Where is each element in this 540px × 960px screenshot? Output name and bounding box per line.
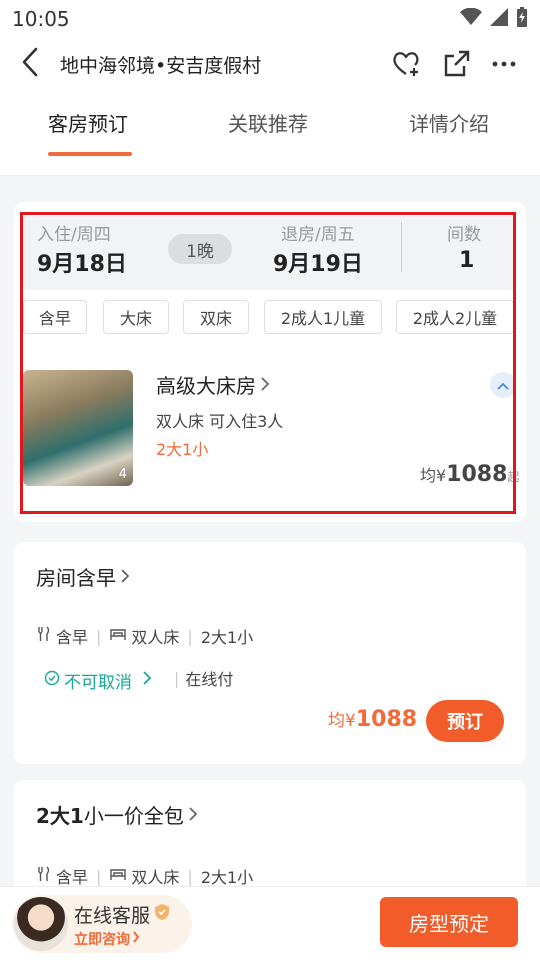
check-circle-icon	[44, 670, 60, 691]
breakfast-label: 含早	[56, 628, 89, 647]
cancel-label: 不可取消	[64, 673, 132, 693]
consult-label: 立即咨询	[74, 932, 130, 948]
status-time: 10:05	[12, 7, 70, 31]
bed-label: 双人床	[131, 868, 180, 887]
shield-icon	[154, 903, 170, 926]
signal-icon	[490, 8, 508, 30]
rate-plan-price: 均¥ 1088	[328, 706, 417, 732]
payment-label: 在线付	[185, 670, 234, 689]
price-amount: 1088	[355, 707, 418, 732]
chevron-left-icon	[21, 47, 39, 81]
utensils-icon	[36, 626, 52, 646]
chevron-right-icon	[132, 931, 140, 947]
book-button[interactable]: 预订	[426, 700, 504, 742]
room-type-book-button[interactable]: 房型预定	[380, 897, 518, 947]
favorite-button[interactable]	[392, 50, 422, 78]
rate-plan-title-link[interactable]: 房间含早	[36, 562, 130, 591]
package-title-bold: 2大1	[36, 804, 84, 828]
tab-details[interactable]: 详情介绍	[409, 108, 489, 137]
payment-method: | 在线付	[174, 666, 233, 690]
agent-avatar	[14, 897, 68, 951]
chevron-right-icon	[120, 565, 130, 589]
breakfast-label: 含早	[56, 868, 89, 887]
share-icon	[442, 49, 472, 79]
more-dots-icon	[492, 60, 516, 68]
consult-link[interactable]: 立即咨询	[74, 929, 140, 949]
back-button[interactable]	[0, 38, 60, 90]
wifi-icon	[460, 7, 482, 30]
hotel-title: 地中海邻境•安吉度假村	[60, 54, 262, 77]
rate-plan-title: 房间含早	[36, 566, 116, 590]
package-title-link[interactable]: 2大1小一价全包	[36, 800, 198, 829]
selection-highlight	[20, 212, 516, 514]
customer-service-button[interactable]: 在线客服 立即咨询	[12, 895, 192, 953]
tab-related[interactable]: 关联推荐	[228, 108, 308, 137]
bottom-action-bar: 在线客服 立即咨询 房型预定	[0, 886, 540, 960]
price-prefix: 均¥	[328, 711, 356, 731]
occupancy-label: 2大1小	[200, 868, 254, 887]
bed-label: 双人床	[131, 628, 180, 647]
section-tabs: 客房预订 关联推荐 详情介绍	[0, 90, 540, 176]
cancellation-policy[interactable]: 不可取消	[44, 668, 152, 693]
bed-icon	[109, 866, 127, 886]
utensils-icon	[36, 866, 52, 886]
battery-icon	[516, 7, 528, 31]
top-nav-bar: 地中海邻境•安吉度假村	[0, 38, 540, 90]
more-button[interactable]	[492, 60, 516, 68]
share-button[interactable]	[442, 49, 472, 79]
rate-plan-amenities: 含早 | 双人床 | 2大1小	[36, 624, 253, 648]
heart-plus-icon	[392, 50, 422, 78]
rate-plan-card: 房间含早 含早 | 双人床 | 2大1小 不可取消 | 在线付 均¥ 1088 …	[14, 542, 526, 764]
chevron-right-icon	[142, 670, 152, 691]
active-tab-indicator	[48, 152, 132, 156]
bed-icon	[109, 626, 127, 646]
occupancy-label: 2大1小	[200, 628, 254, 647]
status-bar: 10:05	[0, 0, 540, 38]
package-amenities: 含早 | 双人床 | 2大1小	[36, 864, 253, 888]
cs-title-row: 在线客服	[74, 901, 170, 928]
package-title: 2大1小一价全包	[36, 800, 184, 829]
chevron-right-icon	[188, 803, 198, 827]
package-title-rest: 小一价全包	[83, 804, 184, 828]
status-icons	[460, 7, 528, 31]
cs-title: 在线客服	[74, 905, 151, 927]
tab-room-booking[interactable]: 客房预订	[48, 108, 128, 137]
